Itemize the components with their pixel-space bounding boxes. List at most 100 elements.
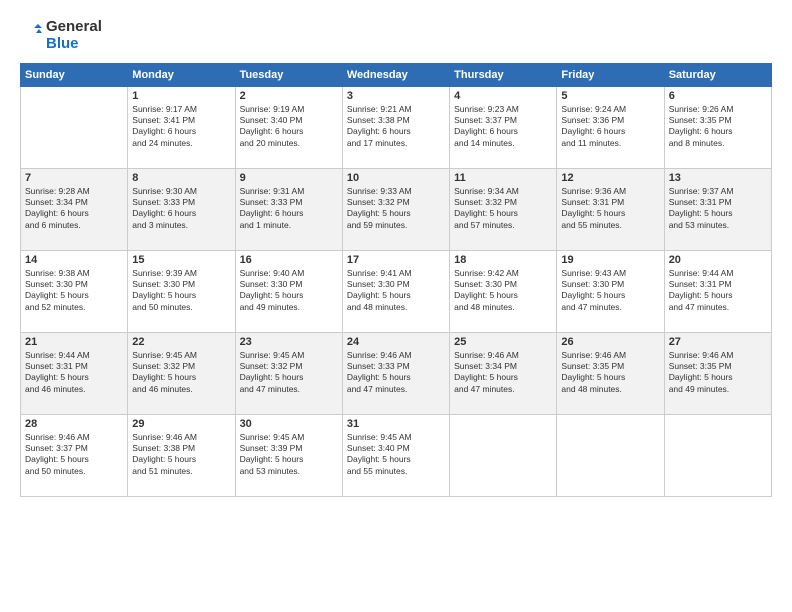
table-row: 2 Sunrise: 9:19 AM Sunset: 3:40 PM Daylig… [235,86,342,168]
table-row: 15 Sunrise: 9:39 AM Sunset: 3:30 PM Dayli… [128,250,235,332]
day-number: 7 [25,172,123,184]
table-row: 31 Sunrise: 9:45 AM Sunset: 3:40 PM Dayli… [342,414,449,496]
table-row: 16 Sunrise: 9:40 AM Sunset: 3:30 PM Dayli… [235,250,342,332]
col-tuesday: Tuesday [235,63,342,86]
day-number: 4 [454,90,552,102]
table-row: 21Sunrise: 9:44 AM Sunset: 3:31 PM Dayli… [21,332,128,414]
day-info: Sunrise: 9:44 AM Sunset: 3:31 PM Dayligh… [669,268,767,314]
day-info: Sunrise: 9:40 AM Sunset: 3:30 PM Dayligh… [240,268,338,314]
day-info: Sunrise: 9:45 AM Sunset: 3:39 PM Dayligh… [240,432,338,478]
logo-bird-icon [20,24,42,46]
day-number: 25 [454,336,552,348]
day-number: 16 [240,254,338,266]
day-number: 28 [25,418,123,430]
table-row: 3 Sunrise: 9:21 AM Sunset: 3:38 PM Daylig… [342,86,449,168]
day-info: Sunrise: 9:46 AM Sunset: 3:35 PM Dayligh… [561,350,659,396]
table-row: 11 Sunrise: 9:34 AM Sunset: 3:32 PM Dayli… [450,168,557,250]
col-monday: Monday [128,63,235,86]
day-number: 10 [347,172,445,184]
calendar-week-0: 1 Sunrise: 9:17 AM Sunset: 3:41 PM Daylig… [21,86,772,168]
day-number: 20 [669,254,767,266]
table-row: 8 Sunrise: 9:30 AM Sunset: 3:33 PM Daylig… [128,168,235,250]
day-info: Sunrise: 9:36 AM Sunset: 3:31 PM Dayligh… [561,186,659,232]
day-number: 17 [347,254,445,266]
day-number: 6 [669,90,767,102]
day-number: 3 [347,90,445,102]
day-number: 5 [561,90,659,102]
day-info: Sunrise: 9:46 AM Sunset: 3:34 PM Dayligh… [454,350,552,396]
day-info: Sunrise: 9:46 AM Sunset: 3:33 PM Dayligh… [347,350,445,396]
day-info: Sunrise: 9:26 AM Sunset: 3:35 PM Dayligh… [669,104,767,150]
table-row: 29 Sunrise: 9:46 AM Sunset: 3:38 PM Dayli… [128,414,235,496]
calendar-header-row: Sunday Monday Tuesday Wednesday Thursday… [21,63,772,86]
day-number: 24 [347,336,445,348]
table-row: 25 Sunrise: 9:46 AM Sunset: 3:34 PM Dayli… [450,332,557,414]
logo-general-label: General [46,18,102,35]
day-info: Sunrise: 9:38 AM Sunset: 3:30 PM Dayligh… [25,268,123,314]
col-thursday: Thursday [450,63,557,86]
calendar-table: Sunday Monday Tuesday Wednesday Thursday… [20,63,772,497]
day-info: Sunrise: 9:34 AM Sunset: 3:32 PM Dayligh… [454,186,552,232]
day-number: 27 [669,336,767,348]
day-info: Sunrise: 9:42 AM Sunset: 3:30 PM Dayligh… [454,268,552,314]
day-info: Sunrise: 9:46 AM Sunset: 3:38 PM Dayligh… [132,432,230,478]
day-number: 11 [454,172,552,184]
day-number: 14 [25,254,123,266]
table-row: 10 Sunrise: 9:33 AM Sunset: 3:32 PM Dayli… [342,168,449,250]
calendar-week-3: 21Sunrise: 9:44 AM Sunset: 3:31 PM Dayli… [21,332,772,414]
table-row: 23 Sunrise: 9:45 AM Sunset: 3:32 PM Dayli… [235,332,342,414]
day-info: Sunrise: 9:30 AM Sunset: 3:33 PM Dayligh… [132,186,230,232]
table-row: 30 Sunrise: 9:45 AM Sunset: 3:39 PM Dayli… [235,414,342,496]
day-number: 9 [240,172,338,184]
day-info: Sunrise: 9:19 AM Sunset: 3:40 PM Dayligh… [240,104,338,150]
day-number: 15 [132,254,230,266]
table-row: 5 Sunrise: 9:24 AM Sunset: 3:36 PM Daylig… [557,86,664,168]
day-info: Sunrise: 9:45 AM Sunset: 3:40 PM Dayligh… [347,432,445,478]
day-number: 31 [347,418,445,430]
col-wednesday: Wednesday [342,63,449,86]
day-number: 22 [132,336,230,348]
table-row: 4Sunrise: 9:23 AM Sunset: 3:37 PM Daylig… [450,86,557,168]
day-info: Sunrise: 9:44 AM Sunset: 3:31 PM Dayligh… [25,350,123,396]
day-info: Sunrise: 9:45 AM Sunset: 3:32 PM Dayligh… [240,350,338,396]
day-number: 30 [240,418,338,430]
day-info: Sunrise: 9:33 AM Sunset: 3:32 PM Dayligh… [347,186,445,232]
table-row: 7 Sunrise: 9:28 AM Sunset: 3:34 PM Daylig… [21,168,128,250]
day-number: 23 [240,336,338,348]
calendar-week-1: 7 Sunrise: 9:28 AM Sunset: 3:34 PM Daylig… [21,168,772,250]
day-info: Sunrise: 9:37 AM Sunset: 3:31 PM Dayligh… [669,186,767,232]
table-row: 13 Sunrise: 9:37 AM Sunset: 3:31 PM Dayli… [664,168,771,250]
day-number: 19 [561,254,659,266]
day-info: Sunrise: 9:39 AM Sunset: 3:30 PM Dayligh… [132,268,230,314]
day-info: Sunrise: 9:28 AM Sunset: 3:34 PM Dayligh… [25,186,123,232]
day-number: 2 [240,90,338,102]
logo-blue-label: Blue [46,35,102,52]
table-row: 19 Sunrise: 9:43 AM Sunset: 3:30 PM Dayli… [557,250,664,332]
day-info: Sunrise: 9:17 AM Sunset: 3:41 PM Dayligh… [132,104,230,150]
day-info: Sunrise: 9:43 AM Sunset: 3:30 PM Dayligh… [561,268,659,314]
day-info: Sunrise: 9:41 AM Sunset: 3:30 PM Dayligh… [347,268,445,314]
day-number: 8 [132,172,230,184]
col-sunday: Sunday [21,63,128,86]
col-saturday: Saturday [664,63,771,86]
day-info: Sunrise: 9:31 AM Sunset: 3:33 PM Dayligh… [240,186,338,232]
day-info: Sunrise: 9:45 AM Sunset: 3:32 PM Dayligh… [132,350,230,396]
day-info: Sunrise: 9:46 AM Sunset: 3:37 PM Dayligh… [25,432,123,478]
calendar-week-2: 14 Sunrise: 9:38 AM Sunset: 3:30 PM Dayli… [21,250,772,332]
table-row: 6 Sunrise: 9:26 AM Sunset: 3:35 PM Daylig… [664,86,771,168]
day-number: 1 [132,90,230,102]
table-row: 17 Sunrise: 9:41 AM Sunset: 3:30 PM Dayli… [342,250,449,332]
day-info: Sunrise: 9:21 AM Sunset: 3:38 PM Dayligh… [347,104,445,150]
day-number: 29 [132,418,230,430]
day-info: Sunrise: 9:46 AM Sunset: 3:35 PM Dayligh… [669,350,767,396]
table-row [21,86,128,168]
table-row: 1 Sunrise: 9:17 AM Sunset: 3:41 PM Daylig… [128,86,235,168]
table-row: 27 Sunrise: 9:46 AM Sunset: 3:35 PM Dayli… [664,332,771,414]
day-info: Sunrise: 9:24 AM Sunset: 3:36 PM Dayligh… [561,104,659,150]
table-row: 26Sunrise: 9:46 AM Sunset: 3:35 PM Dayli… [557,332,664,414]
day-number: 18 [454,254,552,266]
table-row: 22 Sunrise: 9:45 AM Sunset: 3:32 PM Dayli… [128,332,235,414]
table-row [664,414,771,496]
header: General Blue [20,18,772,53]
day-number: 13 [669,172,767,184]
